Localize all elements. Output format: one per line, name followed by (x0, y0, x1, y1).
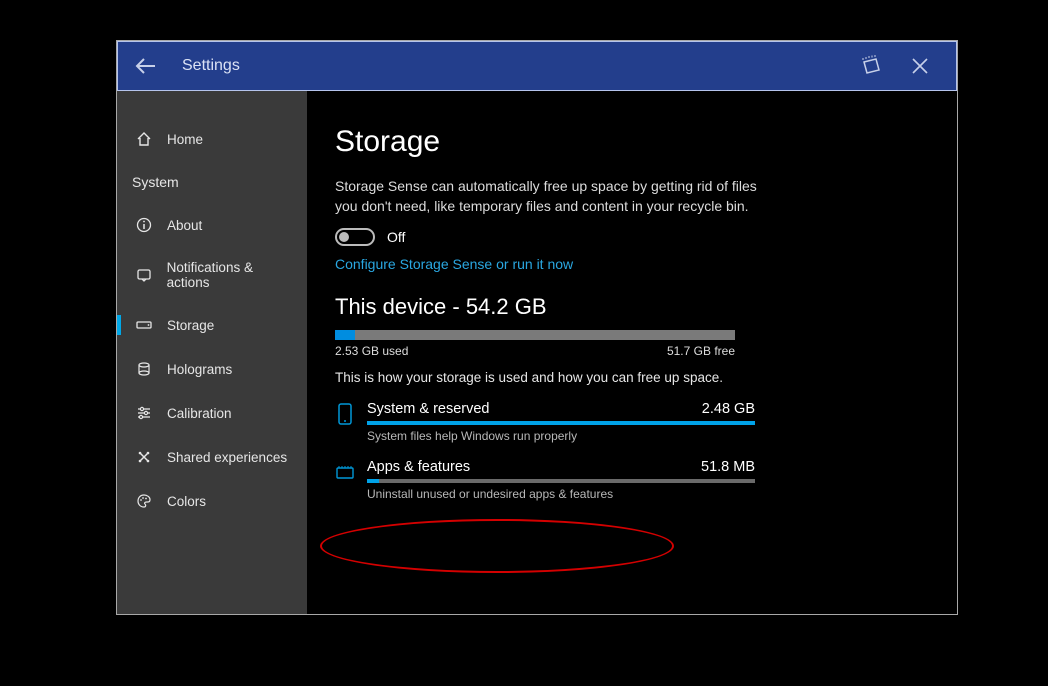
sidebar-item-shared-experiences[interactable]: Shared experiences (117, 435, 307, 479)
category-bar (367, 479, 755, 483)
device-free-label: 51.7 GB free (667, 344, 735, 358)
storage-icon (135, 316, 153, 334)
main-panel: Storage Storage Sense can automatically … (307, 91, 957, 614)
storage-category-system[interactable]: System & reserved 2.48 GB System files h… (335, 401, 755, 443)
sidebar-item-label: About (167, 218, 202, 233)
sidebar-section-system: System (117, 161, 307, 203)
back-button[interactable] (132, 52, 160, 80)
home-icon (135, 130, 153, 148)
category-bar (367, 421, 755, 425)
sidebar-item-calibration[interactable]: Calibration (117, 391, 307, 435)
shared-icon (135, 448, 153, 466)
device-heading: This device - 54.2 GB (335, 294, 925, 320)
category-subtitle: System files help Windows run properly (367, 429, 755, 443)
sidebar-item-notifications[interactable]: Notifications & actions (117, 247, 307, 303)
calibration-icon (135, 404, 153, 422)
configure-storage-sense-link[interactable]: Configure Storage Sense or run it now (335, 256, 573, 272)
storage-sense-toggle-row: Off (335, 228, 925, 246)
sidebar-item-colors[interactable]: Colors (117, 479, 307, 523)
sidebar-item-label: Calibration (167, 406, 232, 421)
storage-sense-toggle-label: Off (387, 229, 405, 245)
sidebar-section-label: System (132, 174, 179, 190)
category-title: Apps & features (367, 459, 470, 475)
sidebar-item-home[interactable]: Home (117, 117, 307, 161)
device-used-label: 2.53 GB used (335, 344, 408, 358)
screen-icon (862, 58, 882, 74)
storage-hint: This is how your storage is used and how… (335, 370, 925, 385)
device-usage-bar-fill (335, 330, 355, 340)
close-icon (911, 57, 929, 75)
category-bar-fill (367, 479, 379, 483)
category-subtitle: Uninstall unused or undesired apps & fea… (367, 487, 755, 501)
sidebar-item-holograms[interactable]: Holograms (117, 347, 307, 391)
holograms-icon (135, 360, 153, 378)
sidebar-item-label: Colors (167, 494, 206, 509)
sidebar-item-label: Shared experiences (167, 450, 287, 465)
fullscreen-button[interactable] (850, 44, 894, 88)
toggle-knob (339, 232, 349, 242)
storage-sense-description: Storage Sense can automatically free up … (335, 177, 765, 216)
sidebar-item-label: Notifications & actions (167, 260, 297, 290)
category-size: 51.8 MB (701, 459, 755, 475)
titlebar: Settings (117, 41, 957, 91)
sidebar-item-label: Holograms (167, 362, 232, 377)
sidebar-item-label: Storage (167, 318, 214, 333)
device-icon (335, 401, 355, 427)
storage-sense-toggle[interactable] (335, 228, 375, 246)
category-size: 2.48 GB (702, 401, 755, 417)
page-title: Storage (335, 125, 925, 159)
window-title: Settings (182, 57, 240, 75)
notifications-icon (135, 266, 153, 284)
sidebar-item-about[interactable]: About (117, 203, 307, 247)
palette-icon (135, 492, 153, 510)
storage-category-apps[interactable]: Apps & features 51.8 MB Uninstall unused… (335, 459, 755, 501)
settings-window: Settings Home System (116, 40, 958, 615)
category-bar-fill (367, 421, 755, 425)
sidebar-item-storage[interactable]: Storage (117, 303, 307, 347)
category-title: System & reserved (367, 401, 490, 417)
close-button[interactable] (898, 44, 942, 88)
apps-icon (335, 459, 355, 485)
sidebar: Home System About Notifications & action… (117, 91, 307, 614)
arrow-left-icon (135, 57, 157, 75)
content-area: Home System About Notifications & action… (117, 91, 957, 614)
info-icon (135, 216, 153, 234)
device-usage-bar (335, 330, 735, 340)
sidebar-item-label: Home (167, 132, 203, 147)
device-usage-labels: 2.53 GB used 51.7 GB free (335, 344, 735, 358)
